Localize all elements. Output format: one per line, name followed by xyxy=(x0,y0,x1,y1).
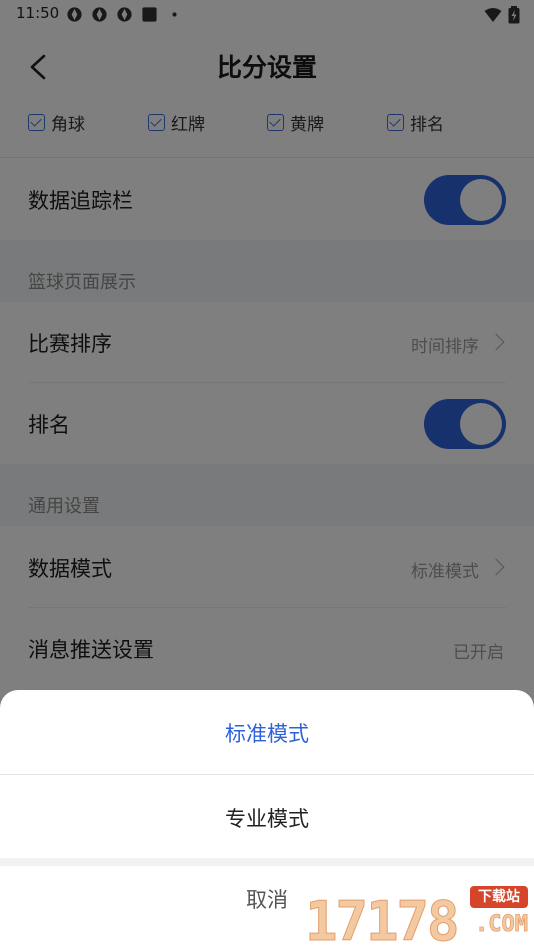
watermark-logo: 17178 下载站 .COM xyxy=(305,886,530,950)
option-label: 专业模式 xyxy=(225,807,309,831)
watermark-suffix: .COM xyxy=(475,912,529,938)
option-label: 标准模式 xyxy=(225,722,309,746)
watermark-digits: 17178 xyxy=(305,890,461,950)
watermark-badge: 下载站 xyxy=(470,886,528,908)
option-standard-mode[interactable]: 标准模式 xyxy=(0,690,534,774)
data-mode-action-sheet: 标准模式 专业模式 取消 17178 下载站 .COM xyxy=(0,690,534,950)
divider xyxy=(0,858,534,866)
option-pro-mode[interactable]: 专业模式 xyxy=(0,775,534,859)
